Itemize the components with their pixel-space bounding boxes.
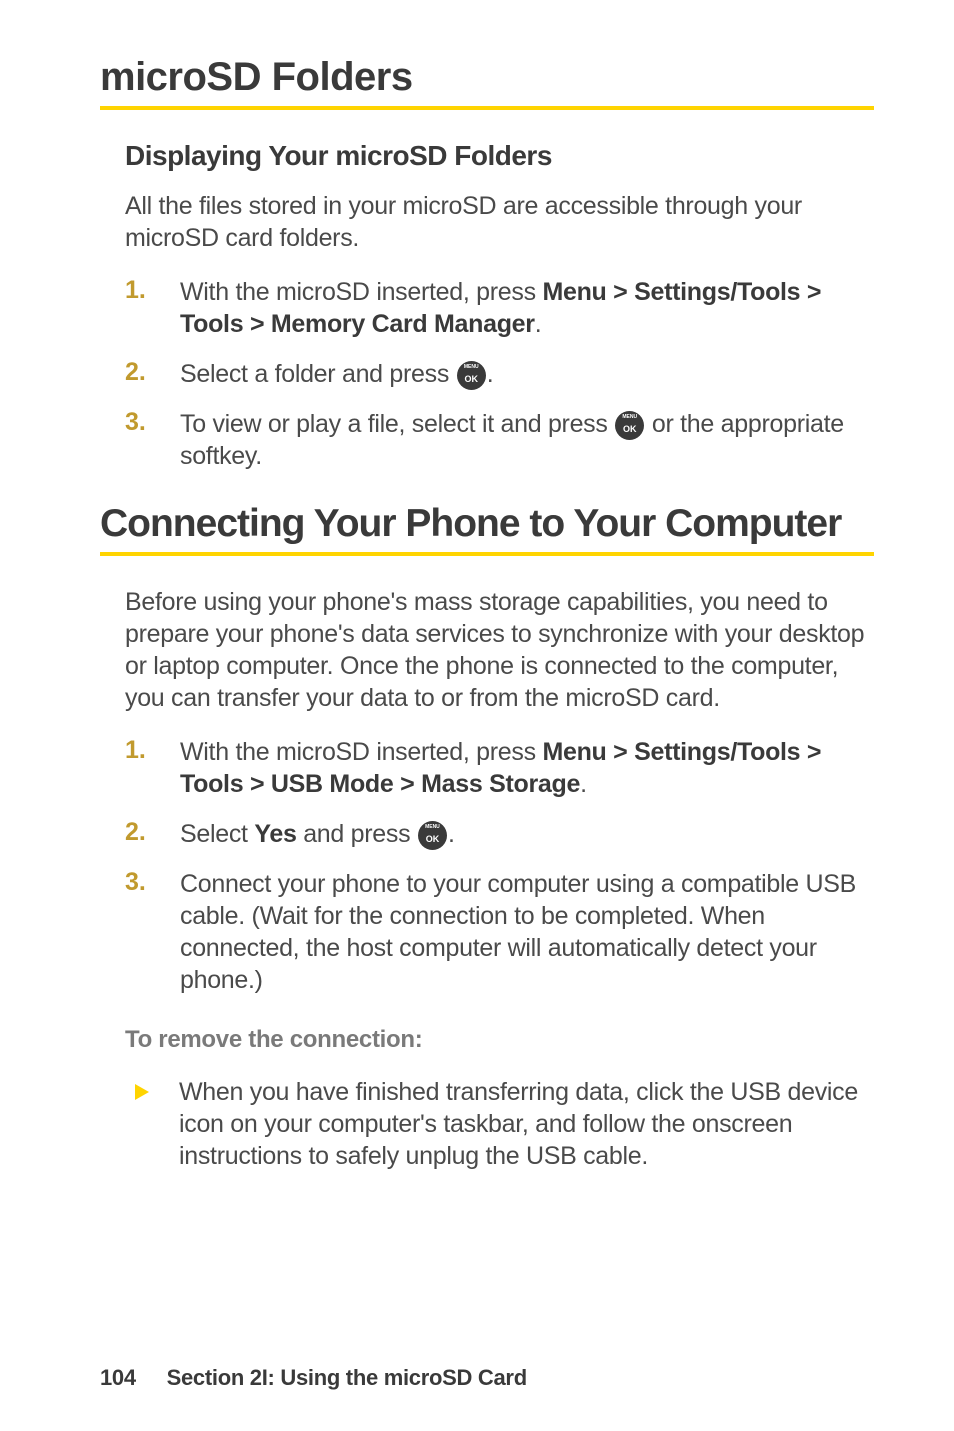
list-item: 2. Select Yes and press . [125, 818, 874, 850]
text-fragment: . [487, 360, 494, 388]
subheading-display-folders: Displaying Your microSD Folders [125, 140, 874, 172]
list-content: With the microSD inserted, press Menu > … [180, 276, 874, 340]
list-content: Connect your phone to your computer usin… [180, 868, 874, 996]
list-number: 2. [125, 358, 180, 390]
list-number: 3. [125, 408, 180, 472]
list-content: With the microSD inserted, press Menu > … [180, 736, 874, 800]
bullet-item: When you have finished transferring data… [125, 1076, 874, 1172]
list-number: 1. [125, 736, 180, 800]
text-fragment: . [535, 310, 542, 338]
triangle-bullet-icon [135, 1084, 149, 1100]
list-item: 3. To view or play a file, select it and… [125, 408, 874, 472]
text-fragment: . [448, 820, 455, 848]
heading-underline [100, 552, 874, 556]
bullet-content: When you have finished transferring data… [179, 1076, 874, 1172]
subheading-remove-connection: To remove the connection: [125, 1026, 874, 1054]
list-item: 1. With the microSD inserted, press Menu… [125, 276, 874, 340]
text-fragment: To view or play a file, select it and pr… [180, 410, 614, 438]
text-fragment: and press [297, 820, 417, 848]
menu-ok-icon [615, 411, 644, 440]
text-fragment: With the microSD inserted, press [180, 738, 542, 766]
heading-microsd-folders: microSD Folders [100, 55, 874, 100]
list-item: 1. With the microSD inserted, press Menu… [125, 736, 874, 800]
text-fragment: Select [180, 820, 254, 848]
list-content: Select a folder and press . [180, 358, 493, 390]
list-number: 1. [125, 276, 180, 340]
ordered-list-connecting: 1. With the microSD inserted, press Menu… [125, 736, 874, 996]
page-footer: 104 Section 2I: Using the microSD Card [100, 1365, 527, 1391]
footer-page-number: 104 [100, 1365, 136, 1390]
paragraph-intro-folders: All the files stored in your microSD are… [125, 190, 874, 254]
list-number: 2. [125, 818, 180, 850]
ordered-list-folders: 1. With the microSD inserted, press Menu… [125, 276, 874, 472]
text-bold: Yes [254, 820, 296, 848]
list-content: Select Yes and press . [180, 818, 455, 850]
list-item: 3. Connect your phone to your computer u… [125, 868, 874, 996]
text-fragment: With the microSD inserted, press [180, 278, 542, 306]
paragraph-intro-connecting: Before using your phone's mass storage c… [125, 586, 874, 714]
heading-underline [100, 106, 874, 110]
list-number: 3. [125, 868, 180, 996]
menu-ok-icon [418, 821, 447, 850]
heading-connecting-phone: Connecting Your Phone to Your Computer [100, 502, 874, 546]
text-fragment: Select a folder and press [180, 360, 456, 388]
text-fragment: . [580, 770, 587, 798]
menu-ok-icon [457, 361, 486, 390]
list-content: To view or play a file, select it and pr… [180, 408, 874, 472]
footer-section-title: Section 2I: Using the microSD Card [167, 1365, 527, 1390]
list-item: 2. Select a folder and press . [125, 358, 874, 390]
